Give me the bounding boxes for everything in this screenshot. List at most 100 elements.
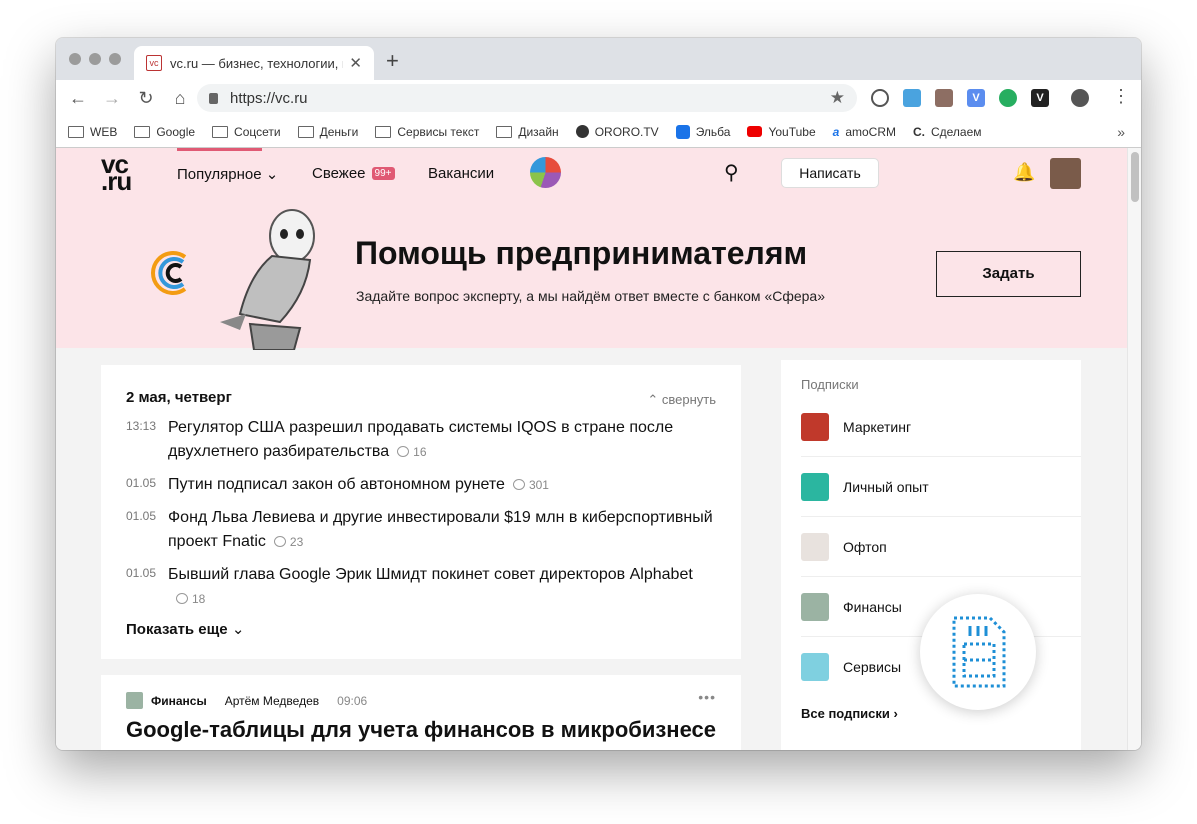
header-banner: vc .ru Популярное ⌄ Свежее 99+ Вакансии ⚲ … [56,148,1127,351]
nav-fresh[interactable]: Свежее 99+ [312,165,395,182]
article-category[interactable]: Финансы [151,694,207,708]
bookmark-item[interactable]: Дизайн [496,125,559,139]
nav-fresh-label: Свежее [312,165,366,182]
bookmark-item[interactable]: WEB [68,125,117,139]
sim-card-widget[interactable] [920,594,1036,710]
nav-jobs[interactable]: Вакансии [428,165,494,182]
comments-count[interactable]: 301 [512,473,549,497]
close-tab-icon[interactable]: ✕ [349,54,362,72]
news-item[interactable]: 01.05 Путин подписал закон об автономном… [126,473,716,497]
article-author[interactable]: Артём Медведев [225,694,319,708]
bookmark-item[interactable]: Эльба [675,124,730,139]
subscription-item[interactable]: Личный опыт [801,457,1081,517]
sdelaem-icon: C. [912,124,925,139]
news-item[interactable]: 13:13 Регулятор США разрешил продавать с… [126,416,716,464]
news-item[interactable]: 01.05 Фонд Льва Левиева и другие инвести… [126,506,716,554]
extension-1-icon[interactable] [871,89,889,107]
colorful-pie-icon[interactable] [530,157,561,188]
promo-subtitle: Задайте вопрос эксперту, а мы найдём отв… [356,288,825,304]
show-more-label: Показать еще [126,621,228,638]
chevron-down-icon: ⌄ [231,621,245,638]
comments-count[interactable]: 18 [176,587,205,611]
news-title[interactable]: Бывший глава Google Эрик Шмидт покинет с… [168,566,693,583]
comment-icon [512,479,525,490]
all-subscriptions-link[interactable]: Все подписки › [801,706,898,721]
extension-vivaldi-icon[interactable]: V [1031,89,1049,107]
browser-menu-icon[interactable]: ⋮ [1112,86,1130,107]
address-bar[interactable]: https://vc.ru ★ [197,84,857,112]
site-logo[interactable]: vc .ru [101,151,132,194]
search-icon[interactable]: ⚲ [724,160,739,185]
extension-3-icon[interactable] [935,89,953,107]
profile-avatar-icon[interactable] [1071,89,1089,107]
bookmark-item[interactable]: ORORO.TV [575,124,659,139]
bookmark-item[interactable]: Деньги [297,125,358,139]
all-subscriptions-label: Все подписки [801,706,890,721]
bookmark-item[interactable]: C. Сделаем [913,125,982,139]
extension-5-icon[interactable] [999,89,1017,107]
news-time: 01.05 [126,476,157,490]
extension-v-icon[interactable]: V [967,89,985,107]
finance-icon [801,592,829,621]
news-feed-card: 2 мая, четверг ⌃ свернуть 13:13 Регулято… [101,365,741,659]
user-avatar[interactable] [1050,158,1081,189]
news-title[interactable]: Путин подписал закон об автономном рунет… [168,476,505,493]
url-text: https://vc.ru [230,89,308,107]
chevron-down-icon: ⌄ [265,166,279,183]
home-icon[interactable]: ⌂ [163,88,197,109]
ask-button[interactable]: Задать [936,251,1081,297]
folder-icon [496,125,513,138]
news-title[interactable]: Фонд Льва Левиева и другие инвестировали… [168,509,713,550]
minimize-window-button[interactable] [89,53,101,65]
close-window-button[interactable] [69,53,81,65]
bookmark-item[interactable]: YouTube [747,125,816,139]
browser-window: vc vc.ru — бизнес, технологии, и ✕ + ← →… [56,38,1141,750]
bookmark-item[interactable]: a amoCRM [833,125,896,139]
news-item[interactable]: 01.05 Бывший глава Google Эрик Шмидт пок… [126,563,716,611]
elba-icon [675,124,690,139]
show-more-button[interactable]: Показать еще ⌄ [126,620,244,638]
subscription-name: Сервисы [843,659,902,675]
tab-bar: vc vc.ru — бизнес, технологии, и ✕ + [56,38,1141,80]
article-title[interactable]: Google-таблицы для учета финансов в микр… [126,717,716,743]
subscriptions-heading: Подписки [801,377,859,392]
new-tab-button[interactable]: + [386,48,399,74]
write-button[interactable]: Написать [781,158,879,188]
comment-icon [273,536,286,547]
back-icon[interactable]: ← [61,88,95,109]
offtop-icon [801,532,829,561]
article-menu-icon[interactable]: ••• [698,689,716,705]
subscription-item[interactable]: Офтоп [801,517,1081,577]
nav-active-indicator [177,148,262,151]
extension-2-icon[interactable] [903,89,921,107]
bookmark-label: ORORO.TV [594,124,659,139]
browser-tab[interactable]: vc vc.ru — бизнес, технологии, и ✕ [134,46,374,80]
sfera-logo [147,249,189,297]
chevron-right-icon: › [893,706,898,721]
subscriptions-card: Подписки Маркетинг Личный опыт Офтоп Фин… [781,360,1081,750]
scrollbar-thumb[interactable] [1131,152,1139,202]
nav-popular-label: Популярное [177,166,262,183]
bookmark-item[interactable]: Google [134,125,195,139]
nav-popular[interactable]: Популярное ⌄ [177,165,278,183]
youtube-icon [747,126,763,137]
maximize-window-button[interactable] [109,53,121,65]
article-time: 09:06 [337,693,368,708]
bookmark-star-icon[interactable]: ★ [830,88,845,108]
bookmark-item[interactable]: Сервисы текст [375,125,479,139]
reload-icon[interactable]: ↻ [129,88,163,109]
bell-icon[interactable]: 🔔 [1013,162,1035,183]
folder-icon [212,125,229,138]
bookmark-label: WEB [90,124,118,139]
bookmark-item[interactable]: Соцсети [212,125,281,139]
page-viewport: vc .ru Популярное ⌄ Свежее 99+ Вакансии ⚲ … [56,148,1127,750]
bookmarks-overflow-icon[interactable]: » [1117,124,1125,140]
page-scrollbar[interactable] [1127,148,1141,750]
subscription-item[interactable]: Маркетинг [801,397,1081,457]
forward-icon[interactable]: → [95,88,129,109]
comments-count[interactable]: 23 [273,530,303,554]
comment-icon [176,593,188,604]
collapse-button[interactable]: ⌃ свернуть [647,392,716,408]
news-time: 13:13 [126,419,157,433]
comments-count[interactable]: 16 [397,440,427,464]
